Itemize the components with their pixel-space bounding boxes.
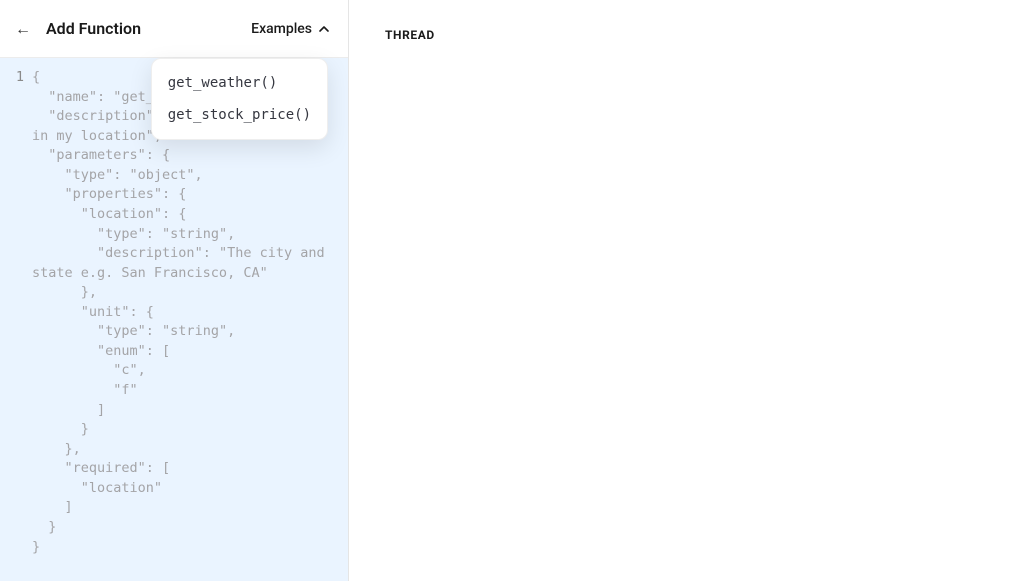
back-arrow-icon[interactable]: ← xyxy=(14,21,32,37)
left-title-group: ← Add Function xyxy=(14,19,141,38)
left-header: ← Add Function Examples xyxy=(0,0,348,58)
page-title: Add Function xyxy=(46,19,141,38)
thread-heading: THREAD xyxy=(385,28,993,42)
examples-dropdown: get_weather() get_stock_price() xyxy=(151,58,328,140)
left-panel: ← Add Function Examples get_weather() ge… xyxy=(0,0,349,581)
right-panel: THREAD xyxy=(349,0,1029,581)
code-content[interactable]: { "name": "get_weather", "description": … xyxy=(32,68,348,581)
examples-dropdown-trigger[interactable]: Examples xyxy=(249,17,332,41)
chevron-up-icon xyxy=(318,23,330,35)
examples-label: Examples xyxy=(251,21,312,37)
dropdown-item-get-stock-price[interactable]: get_stock_price() xyxy=(152,99,327,131)
line-number: 1 xyxy=(0,68,24,88)
code-gutter: 1 xyxy=(0,68,32,581)
dropdown-item-get-weather[interactable]: get_weather() xyxy=(152,67,327,99)
